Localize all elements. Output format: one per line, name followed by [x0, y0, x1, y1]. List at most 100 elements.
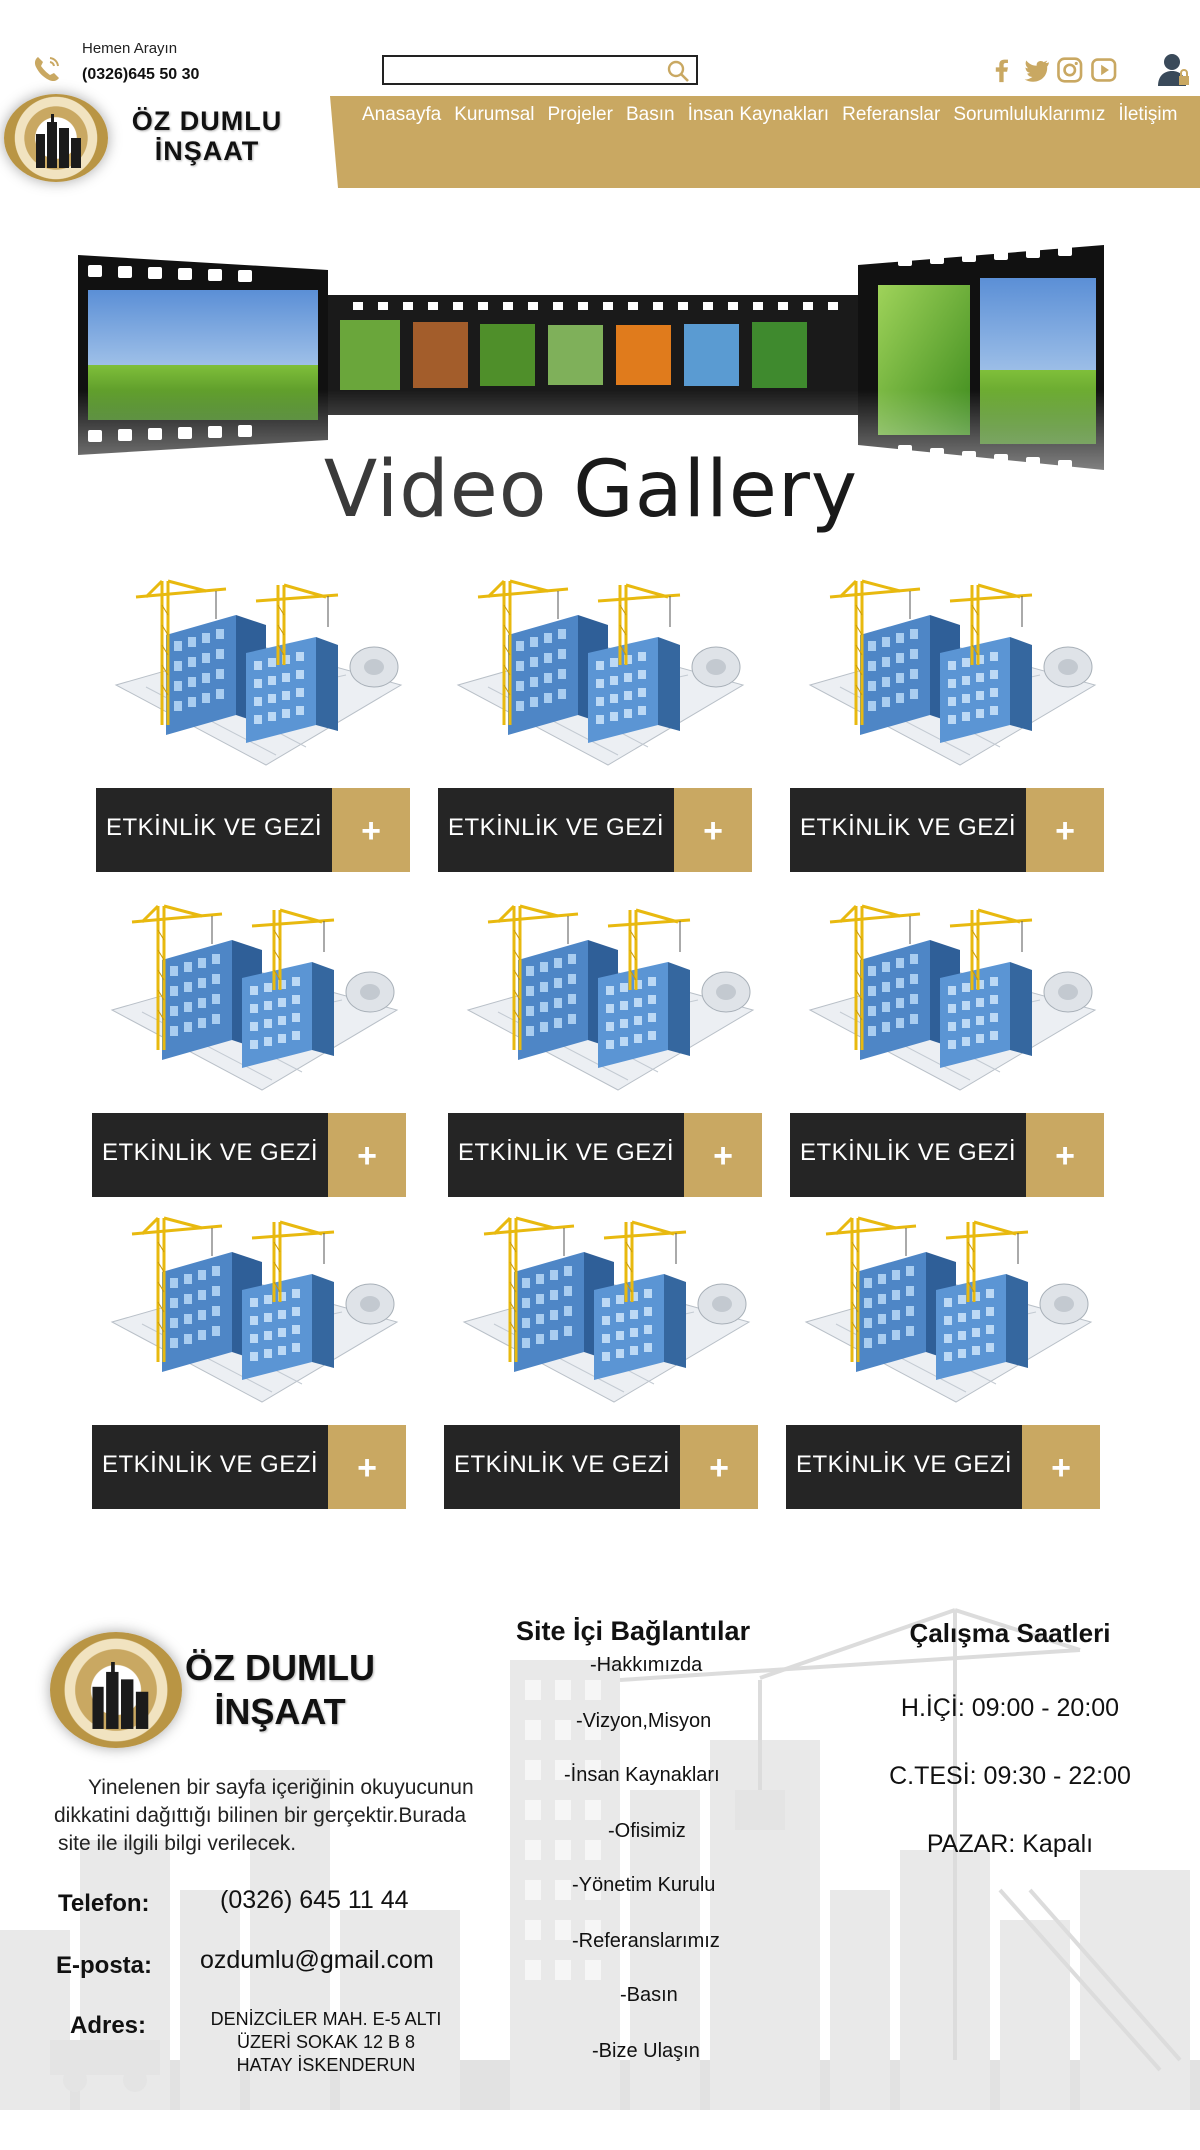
construction-thumbnail[interactable] [102, 900, 402, 1096]
gallery-card-label: ETKİNLİK VE GEZİ [105, 814, 323, 841]
main-navigation: Anasayfa Kurumsal Projeler Basın İnsan K… [330, 96, 1200, 188]
hours-sunday: PAZAR: Kapalı [926, 1830, 1094, 1858]
gallery-card: ETKİNLİK VE GEZİ + [786, 1212, 1106, 1512]
nav-item-kurumsal[interactable]: Kurumsal [454, 104, 534, 126]
hero-title-part1: Video [323, 445, 548, 535]
construction-thumbnail[interactable] [800, 575, 1100, 771]
nav-item-basin[interactable]: Basın [626, 104, 675, 126]
logo-text: ÖZ DUMLU İNŞAAT [122, 106, 292, 166]
brand-logo[interactable]: ÖZ DUMLU İNŞAAT [4, 92, 294, 184]
footer-link-yonetim-kurulu[interactable]: -Yönetim Kurulu [572, 1874, 715, 1897]
gallery-card-button[interactable]: ETKİNLİK VE GEZİ + [790, 1113, 1104, 1197]
phone-value[interactable]: (0326) 645 11 44 [220, 1886, 409, 1915]
plus-icon[interactable]: + [674, 788, 752, 872]
instagram-icon[interactable] [1055, 52, 1085, 88]
nav-item-referanslar[interactable]: Referanslar [842, 104, 940, 126]
gallery-card-label: ETKİNLİK VE GEZİ [101, 1139, 319, 1166]
address-line-1: DENİZCİLER MAH. E-5 ALTI [210, 2009, 442, 2029]
gallery-card: ETKİNLİK VE GEZİ + [96, 575, 416, 875]
footer-link-hakkimizda[interactable]: -Hakkımızda [590, 1654, 702, 1677]
gallery-card-label: ETKİNLİK VE GEZİ [795, 1451, 1013, 1478]
construction-thumbnail[interactable] [102, 1212, 402, 1408]
construction-thumbnail[interactable] [800, 900, 1100, 1096]
plus-icon[interactable]: + [680, 1425, 758, 1509]
gallery-card: ETKİNLİK VE GEZİ + [92, 900, 412, 1200]
construction-thumbnail[interactable] [458, 900, 758, 1096]
gallery-card-button[interactable]: ETKİNLİK VE GEZİ + [448, 1113, 762, 1197]
gallery-card-label: ETKİNLİK VE GEZİ [799, 1139, 1017, 1166]
gallery-card-button[interactable]: ETKİNLİK VE GEZİ + [96, 788, 410, 872]
logo-line-1: ÖZ DUMLU [131, 106, 283, 136]
nav-item-sorumluluklarimiz[interactable]: Sorumluluklarımız [953, 104, 1105, 126]
gallery-card: ETKİNLİK VE GEZİ + [448, 900, 768, 1200]
construction-thumbnail[interactable] [448, 575, 748, 771]
hours-saturday: C.TESİ: 09:30 - 22:00 [889, 1762, 1131, 1790]
gallery-card: ETKİNLİK VE GEZİ + [438, 575, 758, 875]
construction-thumbnail[interactable] [106, 575, 406, 771]
footer-link-referanslarimiz[interactable]: -Referanslarımız [572, 1930, 720, 1953]
address-line-3: HATAY İSKENDERUN [236, 2055, 416, 2075]
plus-icon[interactable]: + [328, 1113, 406, 1197]
gallery-card-button[interactable]: ETKİNLİK VE GEZİ + [790, 788, 1104, 872]
email-label: E-posta: [56, 1952, 152, 1979]
nav-item-projeler[interactable]: Projeler [547, 104, 612, 126]
site-footer: ÖZ DUMLU İNŞAAT Yinelenen bir sayfa içer… [0, 1590, 1200, 2110]
footer-link-ofisimiz[interactable]: -Ofisimiz [608, 1820, 686, 1843]
working-hours-title: Çalışma Saatleri [909, 1618, 1111, 1648]
plus-icon[interactable]: + [328, 1425, 406, 1509]
gallery-card-button[interactable]: ETKİNLİK VE GEZİ + [786, 1425, 1100, 1509]
video-gallery-banner: Video Gallery [78, 240, 1104, 560]
gallery-card-button[interactable]: ETKİNLİK VE GEZİ + [438, 788, 752, 872]
gallery-card-button[interactable]: ETKİNLİK VE GEZİ + [92, 1425, 406, 1509]
nav-item-anasayfa[interactable]: Anasayfa [362, 104, 441, 126]
site-header: Hemen Arayın (0326)645 50 30 ÖZ DUMLU İN… [0, 0, 1200, 190]
plus-icon[interactable]: + [684, 1113, 762, 1197]
phone-label: Telefon: [58, 1890, 150, 1917]
gallery-card: ETKİNLİK VE GEZİ + [92, 1212, 412, 1512]
footer-links-title: Site İçi Bağlantılar [516, 1616, 751, 1646]
user-account-icon[interactable] [1155, 50, 1193, 90]
footer-logo[interactable]: ÖZ DUMLU İNŞAAT [50, 1630, 380, 1750]
footer-logo-line-2: İNŞAAT [214, 1691, 346, 1732]
nav-item-insan-kaynaklari[interactable]: İnsan Kaynakları [688, 104, 830, 126]
search-icon[interactable] [666, 59, 690, 83]
plus-icon[interactable]: + [1026, 1113, 1104, 1197]
construction-thumbnail[interactable] [796, 1212, 1096, 1408]
gallery-card-button[interactable]: ETKİNLİK VE GEZİ + [444, 1425, 758, 1509]
search-input[interactable] [388, 59, 658, 81]
email-value[interactable]: ozdumlu@gmail.com [200, 1946, 434, 1975]
gallery-card-button[interactable]: ETKİNLİK VE GEZİ + [92, 1113, 406, 1197]
plus-icon[interactable]: + [1022, 1425, 1100, 1509]
hours-weekdays: H.İÇİ: 09:00 - 20:00 [900, 1694, 1120, 1722]
hero-title-part2: Gallery [573, 445, 859, 535]
call-block: Hemen Arayın (0326)645 50 30 [30, 40, 230, 90]
facebook-icon[interactable] [988, 52, 1018, 88]
gallery-card-label: ETKİNLİK VE GEZİ [457, 1139, 675, 1166]
plus-icon[interactable]: + [332, 788, 410, 872]
footer-link-bize-ulasin[interactable]: -Bize Ulaşın [592, 2040, 700, 2063]
search-box [382, 55, 698, 85]
footer-link-basin[interactable]: -Basın [620, 1984, 678, 2007]
address-line-2: ÜZERİ SOKAK 12 B 8 [236, 2032, 416, 2052]
gallery-card: ETKİNLİK VE GEZİ + [790, 900, 1110, 1200]
footer-logo-text: ÖZ DUMLU İNŞAAT [185, 1646, 375, 1734]
construction-thumbnail[interactable] [454, 1212, 754, 1408]
gallery-card-label: ETKİNLİK VE GEZİ [799, 814, 1017, 841]
logo-line-2: İNŞAAT [154, 136, 260, 166]
footer-link-vizyon-misyon[interactable]: -Vizyon,Misyon [576, 1710, 711, 1733]
address-value: DENİZCİLER MAH. E-5 ALTI ÜZERİ SOKAK 12 … [196, 2008, 456, 2077]
plus-icon[interactable]: + [1026, 788, 1104, 872]
footer-desc-line-1: Yinelenen bir sayfa içeriğinin okuyucunu… [88, 1776, 474, 1799]
gallery-card-label: ETKİNLİK VE GEZİ [453, 1451, 671, 1478]
footer-desc-line-3: site ile ilgili bilgi verilecek. [58, 1832, 297, 1855]
footer-buildings-icon [92, 1662, 149, 1729]
youtube-icon[interactable] [1089, 52, 1119, 88]
nav-item-iletisim[interactable]: İletişim [1118, 104, 1177, 126]
gallery-card: ETKİNLİK VE GEZİ + [790, 575, 1110, 875]
footer-link-insan-kaynaklari[interactable]: -İnsan Kaynakları [564, 1764, 720, 1787]
call-number[interactable]: (0326)645 50 30 [82, 66, 199, 84]
twitter-icon[interactable] [1022, 52, 1052, 88]
address-label: Adres: [70, 2012, 147, 2039]
footer-desc-line-2: dikkatini dağıttığı bilinen bir gerçekti… [54, 1804, 467, 1827]
call-label: Hemen Arayın [82, 40, 178, 57]
